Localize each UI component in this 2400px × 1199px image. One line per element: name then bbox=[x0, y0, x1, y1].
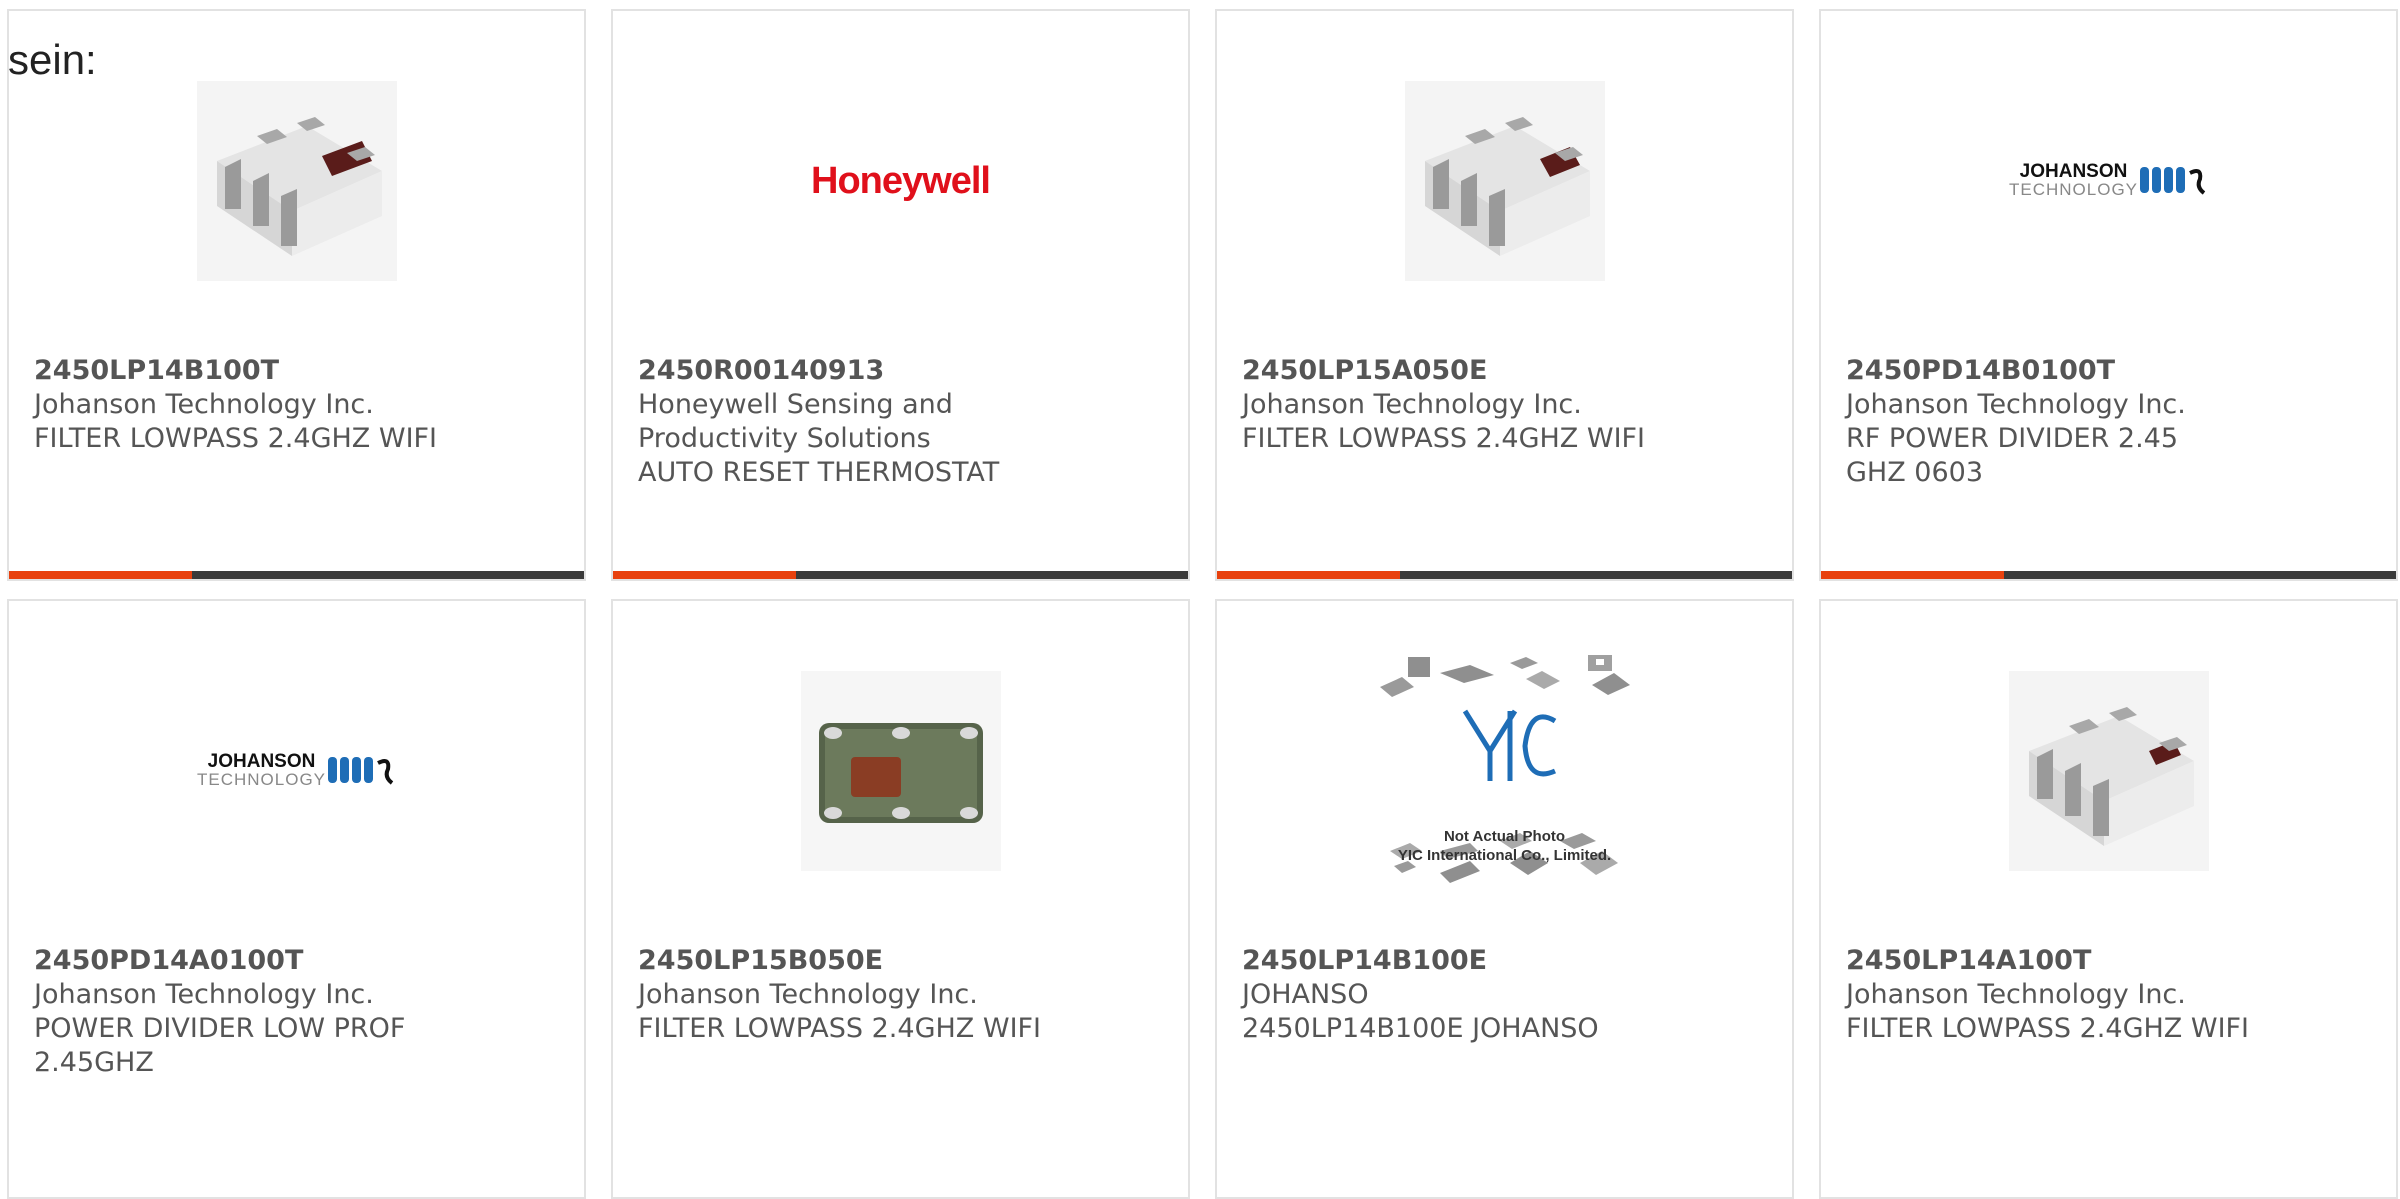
yic-caption-line-1: Not Actual Photo bbox=[1443, 828, 1566, 845]
product-image[interactable] bbox=[613, 656, 1188, 886]
product-card[interactable]: 2450LP14B100T Johanson Technology Inc. F… bbox=[7, 9, 586, 581]
product-image[interactable] bbox=[9, 71, 584, 291]
part-number[interactable]: 2450LP14A100T bbox=[1846, 944, 2376, 978]
description: 2450LP14B100E JOHANSO bbox=[1242, 1013, 1599, 1044]
honeywell-logo: Honeywell bbox=[811, 159, 991, 202]
part-number[interactable]: 2450PD14A0100T bbox=[34, 944, 564, 978]
card-bar bbox=[1821, 571, 2396, 579]
logo-line-2: TECHNOLOGY bbox=[196, 770, 327, 789]
ceramic-chip-top-icon bbox=[800, 671, 1001, 871]
logo-line-1: JOHANSON bbox=[2019, 161, 2128, 182]
part-number[interactable]: 2450LP15A050E bbox=[1242, 354, 1772, 388]
manufacturer: Johanson Technology Inc. bbox=[1242, 389, 1582, 420]
part-number[interactable]: 2450LP14B100T bbox=[34, 354, 564, 388]
part-number[interactable]: 2450R00140913 bbox=[638, 354, 1168, 388]
product-card[interactable]: JOHANSON TECHNOLOGY 2450PD14A0100T Johan… bbox=[7, 599, 586, 1199]
product-card[interactable]: Not Actual Photo YIC International Co., … bbox=[1215, 599, 1794, 1199]
logo-line-1: JOHANSON bbox=[207, 751, 316, 772]
product-image[interactable]: JOHANSON TECHNOLOGY bbox=[1821, 71, 2396, 291]
description: FILTER LOWPASS 2.4GHZ WIFI bbox=[34, 423, 438, 454]
part-number[interactable]: 2450LP14B100E bbox=[1242, 944, 1772, 978]
manufacturer: Johanson Technology Inc. bbox=[638, 979, 978, 1010]
product-card[interactable]: Honeywell 2450R00140913 Honeywell Sensin… bbox=[611, 9, 1190, 581]
yic-caption-line-2: YIC International Co., Limited. bbox=[1397, 847, 1612, 864]
logo-line-2: TECHNOLOGY bbox=[2008, 180, 2139, 199]
description: RF POWER DIVIDER 2.45 GHZ 0603 bbox=[1846, 423, 2179, 488]
product-card[interactable]: 2450LP14A100T Johanson Technology Inc. F… bbox=[1819, 599, 2398, 1199]
card-bar bbox=[9, 571, 584, 579]
product-image[interactable]: JOHANSON TECHNOLOGY bbox=[9, 656, 584, 886]
manufacturer: Johanson Technology Inc. bbox=[34, 389, 374, 420]
johanson-logo: JOHANSON TECHNOLOGY bbox=[2008, 161, 2208, 199]
card-bar bbox=[1217, 571, 1792, 579]
description: FILTER LOWPASS 2.4GHZ WIFI bbox=[1242, 423, 1646, 454]
manufacturer: Johanson Technology Inc. bbox=[1846, 389, 2186, 420]
product-grid: 2450LP14B100T Johanson Technology Inc. F… bbox=[0, 0, 2400, 1199]
description: FILTER LOWPASS 2.4GHZ WIFI bbox=[1846, 1013, 2250, 1044]
manufacturer: Johanson Technology Inc. bbox=[34, 979, 374, 1010]
manufacturer: Johanson Technology Inc. bbox=[1846, 979, 2186, 1010]
description: FILTER LOWPASS 2.4GHZ WIFI bbox=[638, 1013, 1042, 1044]
johanson-wave-icon bbox=[2140, 167, 2206, 195]
product-card[interactable]: JOHANSON TECHNOLOGY 2450PD14B0100T Johan… bbox=[1819, 9, 2398, 581]
intro-text: sein: bbox=[8, 36, 97, 83]
product-image[interactable] bbox=[1217, 71, 1792, 291]
manufacturer: Honeywell Sensing and Productivity Solut… bbox=[638, 389, 953, 454]
johanson-logo: JOHANSON TECHNOLOGY bbox=[196, 751, 396, 789]
ceramic-chip-filter-icon bbox=[2008, 671, 2209, 871]
johanson-wave-icon bbox=[328, 757, 394, 785]
description: AUTO RESET THERMOSTAT bbox=[638, 457, 1000, 488]
manufacturer: JOHANSO bbox=[1242, 979, 1369, 1010]
description: POWER DIVIDER LOW PROF 2.45GHZ bbox=[34, 1013, 406, 1078]
part-number[interactable]: 2450PD14B0100T bbox=[1846, 354, 2376, 388]
product-card[interactable]: 2450LP15B050E Johanson Technology Inc. F… bbox=[611, 599, 1190, 1199]
card-bar bbox=[613, 571, 1188, 579]
product-image[interactable]: Honeywell bbox=[613, 71, 1188, 291]
product-card[interactable]: 2450LP15A050E Johanson Technology Inc. F… bbox=[1215, 9, 1794, 581]
ceramic-chip-filter-icon bbox=[1404, 81, 1605, 281]
ceramic-chip-filter-icon bbox=[196, 81, 397, 281]
part-number[interactable]: 2450LP15B050E bbox=[638, 944, 1168, 978]
product-image[interactable] bbox=[1821, 656, 2396, 886]
yic-caption: Not Actual Photo YIC International Co., … bbox=[1217, 827, 1792, 865]
